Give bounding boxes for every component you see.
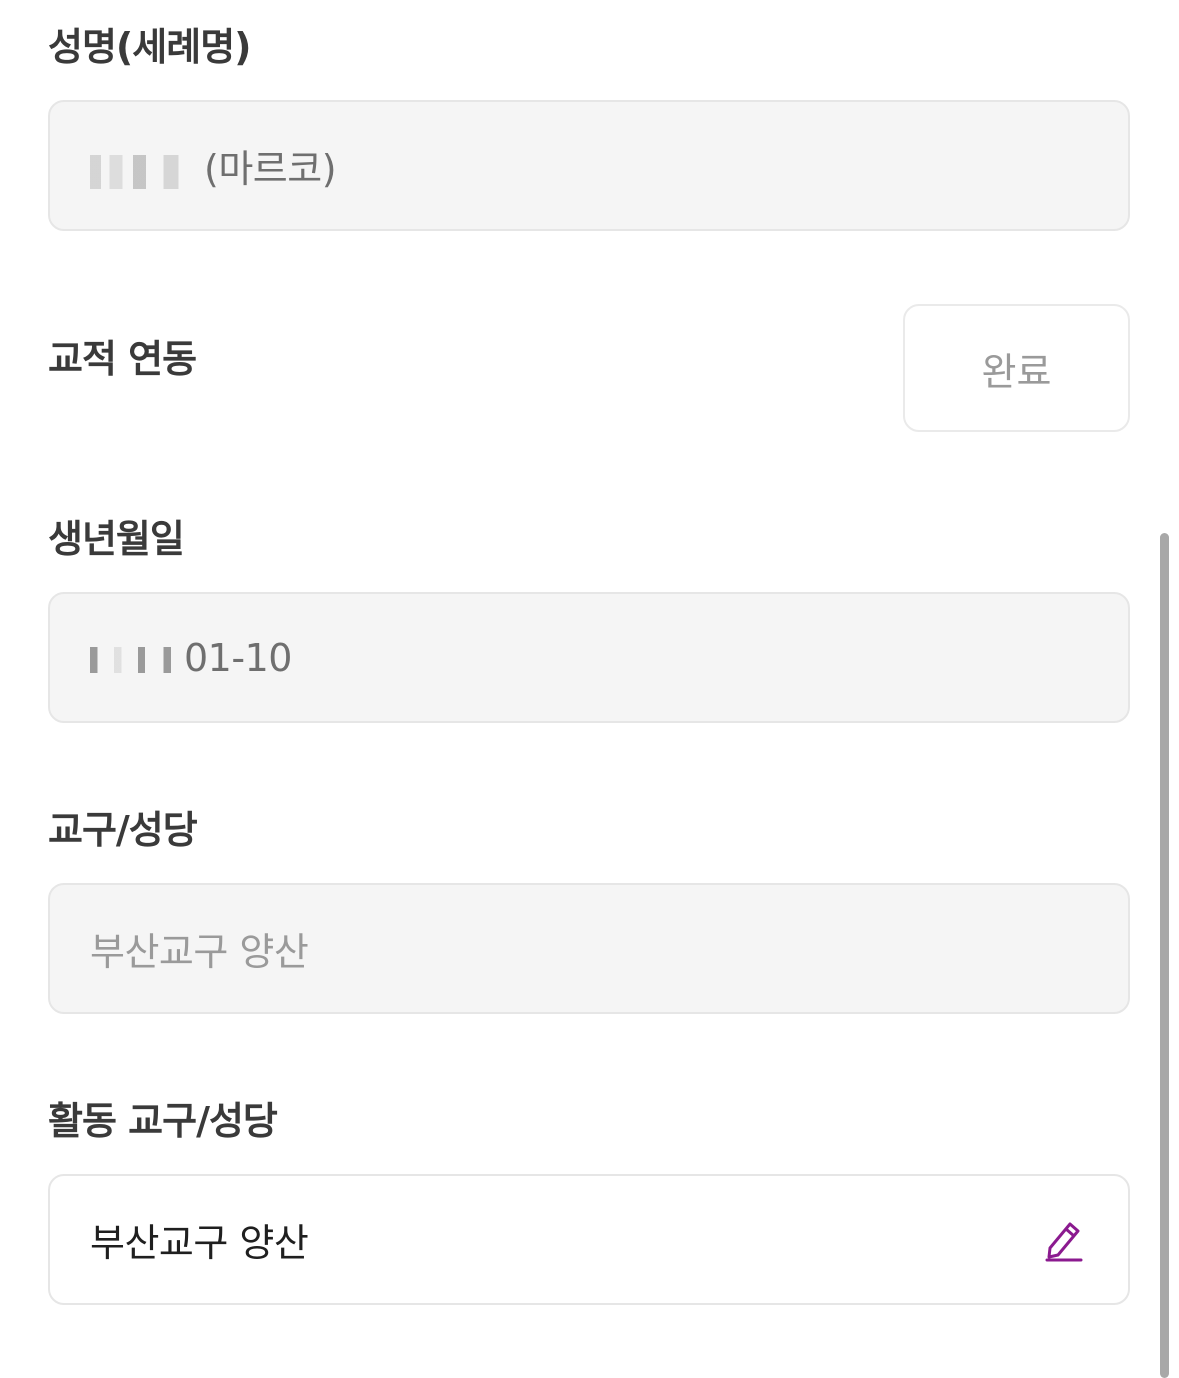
- redacted-name-mask: [90, 154, 198, 189]
- diocese-field: 부산교구 양산: [48, 883, 1130, 1014]
- name-value: (마르코): [90, 138, 337, 193]
- redacted-year-mask: [90, 647, 182, 673]
- active-diocese-field[interactable]: 부산교구 양산: [48, 1174, 1130, 1305]
- diocese-label: 교구/성당: [48, 808, 198, 852]
- parish-link-label: 교적 연동: [48, 337, 197, 381]
- birth-date-field: 01-10: [48, 592, 1130, 723]
- diocese-value: 부산교구 양산: [90, 930, 309, 974]
- active-diocese-label: 활동 교구/성당: [48, 1099, 278, 1143]
- birth-date-value: 01-10: [90, 636, 292, 680]
- baptismal-name: (마르코): [204, 147, 337, 191]
- parish-link-done-button[interactable]: 완료: [903, 304, 1130, 432]
- name-field: (마르코): [48, 100, 1130, 231]
- name-label: 성명(세례명): [48, 25, 252, 69]
- pencil-icon[interactable]: [1044, 1218, 1084, 1262]
- birth-date-suffix: 01-10: [184, 635, 292, 680]
- birth-date-label: 생년월일: [48, 517, 185, 561]
- vertical-scrollbar[interactable]: [1160, 533, 1169, 1378]
- active-diocese-value: 부산교구 양산: [90, 1221, 309, 1265]
